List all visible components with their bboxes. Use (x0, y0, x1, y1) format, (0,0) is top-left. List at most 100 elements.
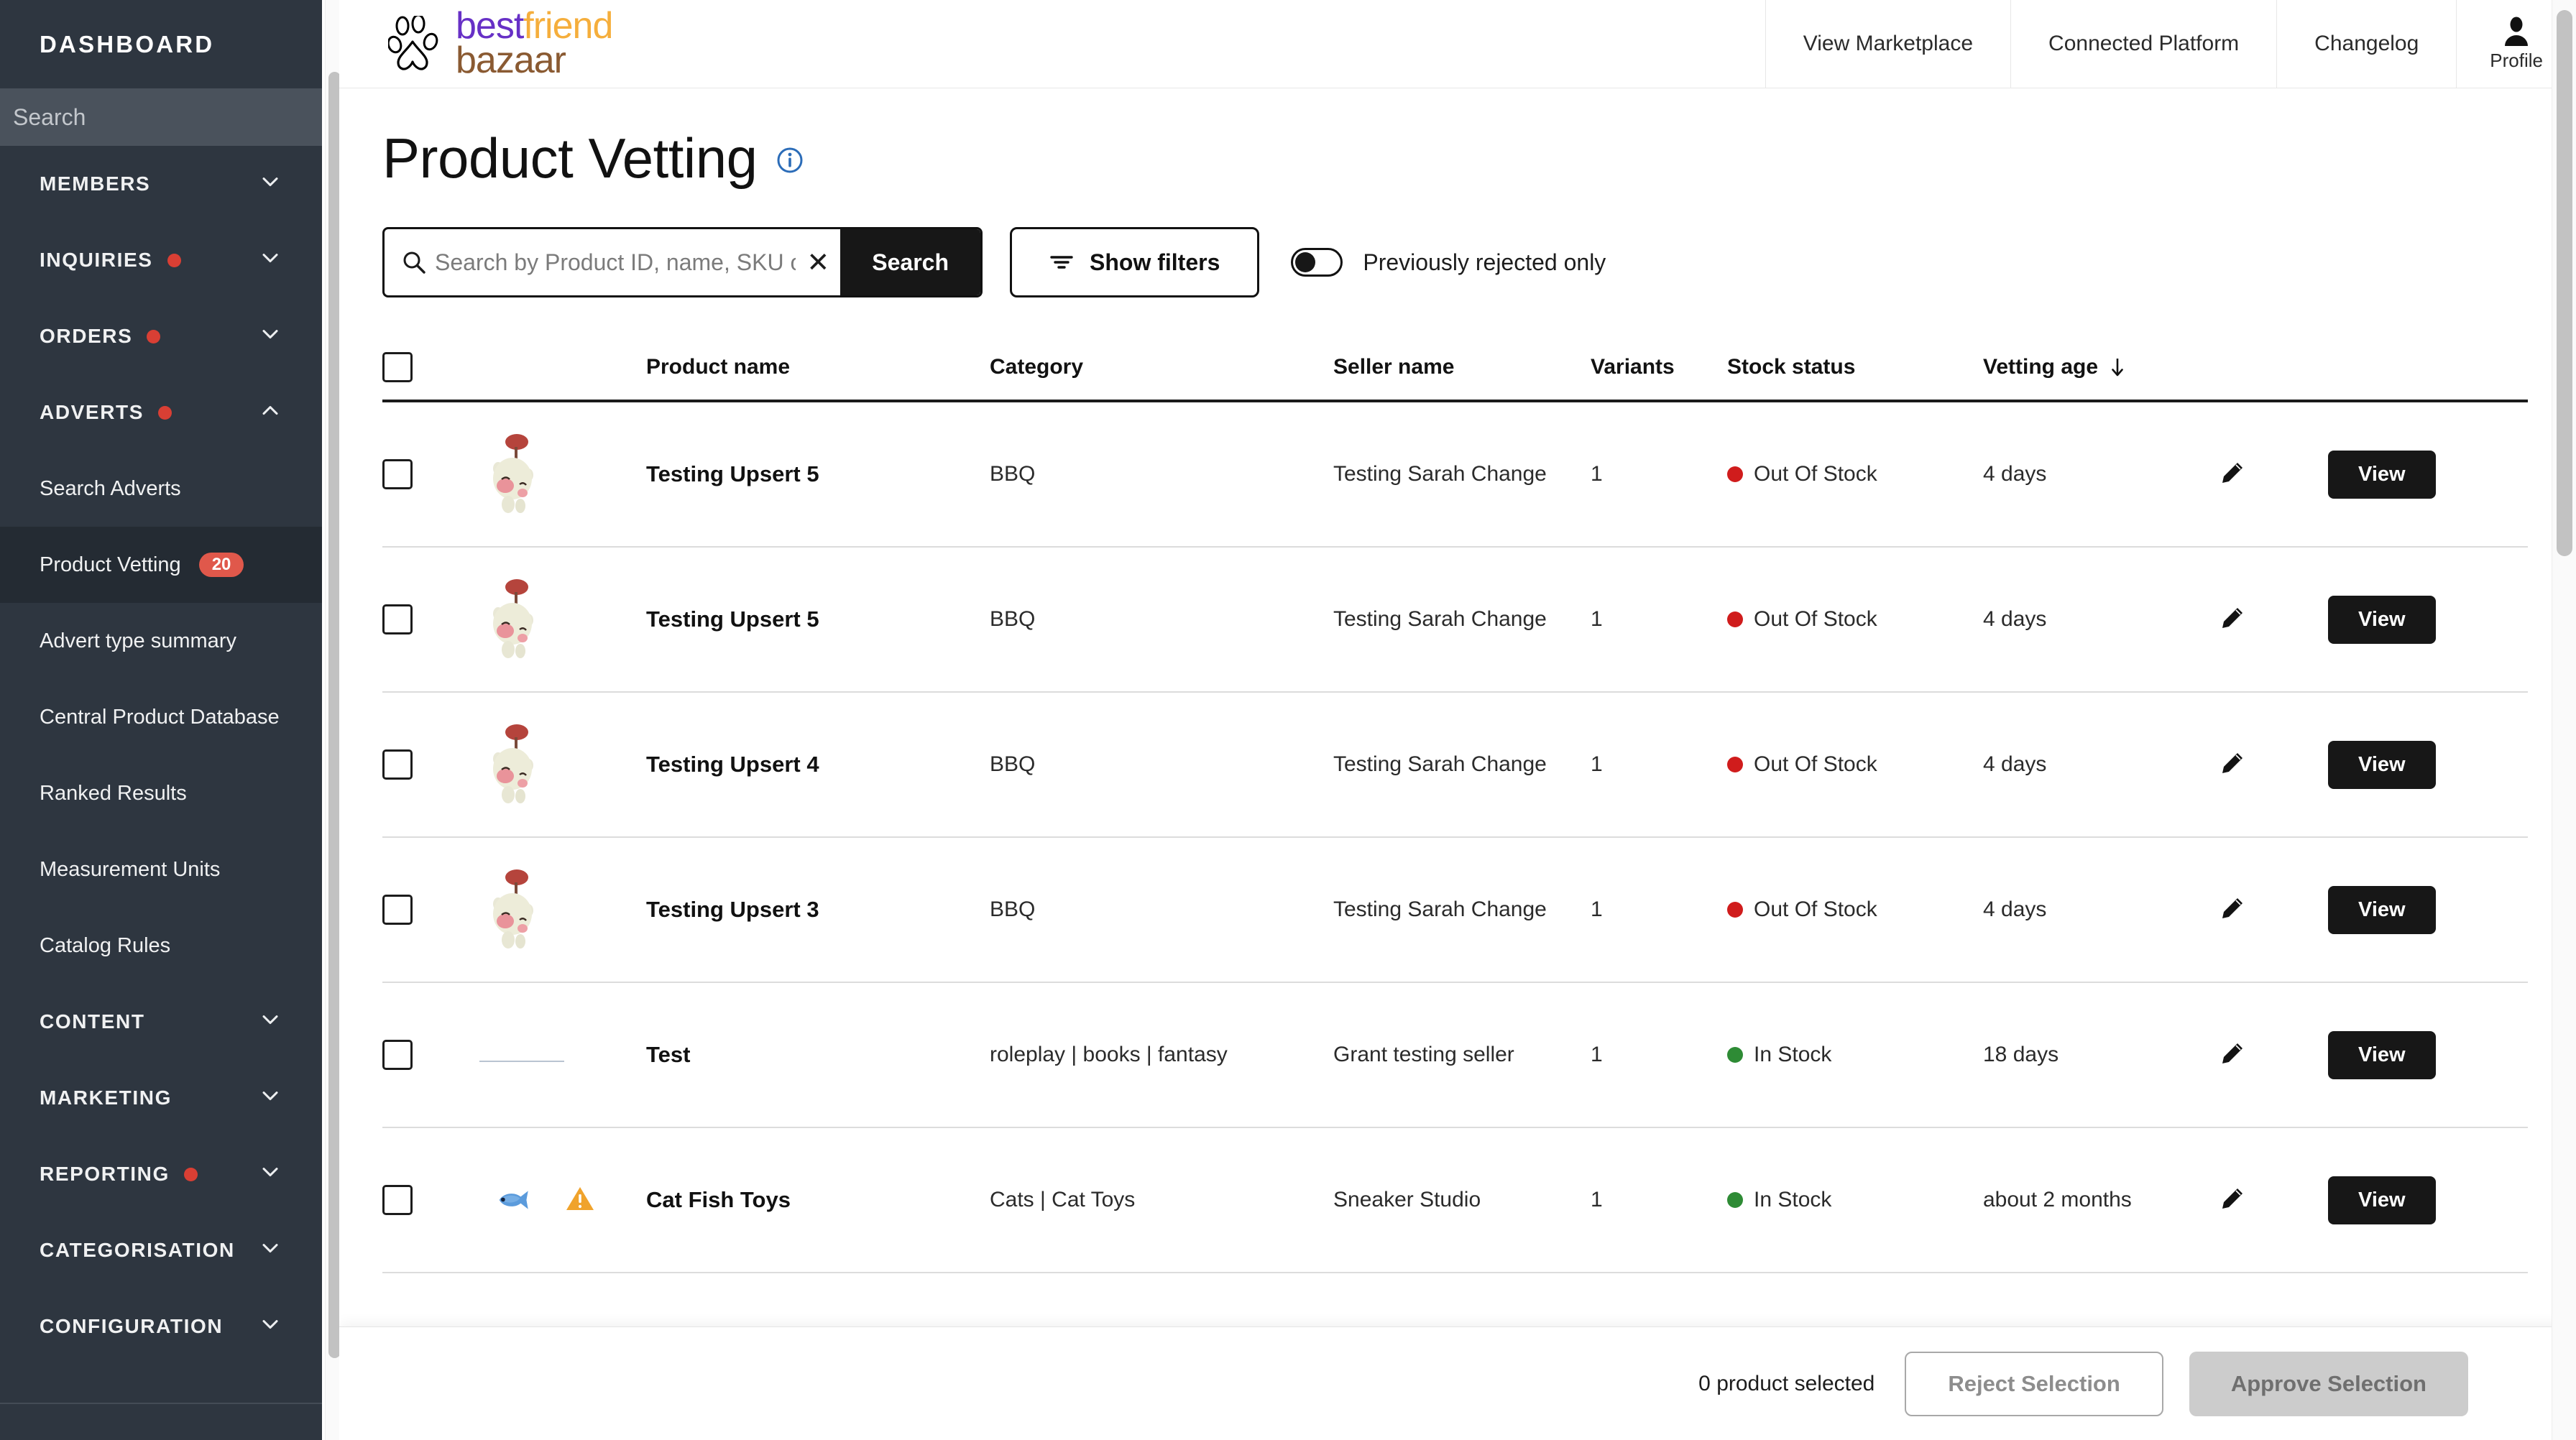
view-button[interactable]: View (2328, 451, 2436, 499)
row-view-cell: View (2328, 741, 2493, 789)
view-button[interactable]: View (2328, 741, 2436, 789)
view-button[interactable]: View (2328, 596, 2436, 644)
search-input[interactable] (435, 229, 796, 295)
table-row[interactable]: Testing Upsert 5BBQTesting Sarah Change1… (382, 402, 2528, 548)
row-product-name-cell: Test (646, 1042, 990, 1068)
table-row[interactable]: Testing Upsert 3BBQTesting Sarah Change1… (382, 838, 2528, 983)
seller-name: Testing Sarah Change (1333, 752, 1547, 776)
sidebar-item-advert-type-summary[interactable]: Advert type summary (0, 603, 322, 679)
table-header-row: Product name Category Seller name Varian… (382, 348, 2528, 402)
chevron-down-icon (262, 326, 279, 343)
sidebar-group-categorisation[interactable]: CATEGORISATION (0, 1212, 322, 1288)
sidebar-item-ranked-results[interactable]: Ranked Results (0, 755, 322, 831)
product-thumbnail-plush-toy (479, 869, 546, 950)
product-thumbnail-plush-toy (479, 579, 546, 660)
th-vetting-age[interactable]: Vetting age (1983, 355, 2220, 379)
sidebar-group-configuration[interactable]: CONFIGURATION (0, 1288, 322, 1365)
edit-pencil-icon[interactable] (2220, 1186, 2245, 1214)
sidebar-group-content[interactable]: CONTENT (0, 984, 322, 1060)
user-icon (2502, 17, 2531, 47)
sidebar-item-measurement-units[interactable]: Measurement Units (0, 831, 322, 908)
row-view-cell: View (2328, 451, 2493, 499)
top-navigation: View Marketplace Connected Platform Chan… (1765, 0, 2576, 88)
sidebar-group-marketing[interactable]: MARKETING (0, 1060, 322, 1136)
edit-pencil-icon[interactable] (2220, 751, 2245, 779)
row-vetting-age-cell: 4 days (1983, 607, 2220, 632)
sidebar-group-label: ORDERS (40, 325, 132, 348)
previously-rejected-toggle[interactable] (1291, 248, 1343, 277)
product-thumbnail-plush-toy (479, 434, 546, 514)
nav-view-marketplace[interactable]: View Marketplace (1765, 0, 2010, 88)
sidebar-search-input[interactable] (13, 104, 322, 131)
table-row[interactable]: Testing Upsert 5BBQTesting Sarah Change1… (382, 548, 2528, 693)
th-variants[interactable]: Variants (1591, 355, 1727, 379)
th-category[interactable]: Category (990, 355, 1333, 379)
edit-pencil-icon[interactable] (2220, 606, 2245, 634)
info-icon[interactable] (776, 147, 804, 177)
filter-icon (1049, 251, 1074, 273)
sidebar-search[interactable] (0, 88, 322, 146)
sidebar-group-members[interactable]: MEMBERS (0, 146, 322, 222)
row-image-cell (479, 434, 646, 514)
row-variants-cell: 1 (1591, 607, 1727, 632)
stock-status: Out Of Stock (1727, 462, 1983, 486)
sidebar-group-inquiries[interactable]: INQUIRIES (0, 222, 322, 298)
table-row[interactable]: Cat Fish ToysCats | Cat ToysSneaker Stud… (382, 1128, 2528, 1273)
row-seller-cell: Sneaker Studio (1333, 1188, 1591, 1212)
row-checkbox[interactable] (382, 459, 413, 489)
row-checkbox[interactable] (382, 604, 413, 634)
th-stock-status[interactable]: Stock status (1727, 355, 1983, 379)
row-checkbox[interactable] (382, 895, 413, 925)
row-edit-cell (2220, 896, 2328, 924)
edit-pencil-icon[interactable] (2220, 461, 2245, 489)
row-seller-cell: Testing Sarah Change (1333, 752, 1591, 777)
stock-status-dot (1727, 1047, 1743, 1063)
clear-search-icon[interactable]: ✕ (796, 229, 840, 295)
vetting-age: 4 days (1983, 897, 2046, 921)
approve-selection-button[interactable]: Approve Selection (2189, 1352, 2468, 1416)
paw-print-icon (388, 16, 451, 72)
edit-pencil-icon[interactable] (2220, 896, 2245, 924)
product-thumbnail-plush-toy (479, 724, 546, 805)
sidebar-group-label: CONTENT (40, 1010, 145, 1033)
view-button[interactable]: View (2328, 886, 2436, 934)
row-checkbox[interactable] (382, 1040, 413, 1070)
th-vetting-age-label: Vetting age (1983, 355, 2098, 379)
table-row[interactable]: Testroleplay | books | fantasyGrant test… (382, 983, 2528, 1128)
stock-status-dot (1727, 757, 1743, 772)
row-variants-cell: 1 (1591, 462, 1727, 486)
edit-pencil-icon[interactable] (2220, 1041, 2245, 1069)
sidebar-group-adverts[interactable]: ADVERTS (0, 374, 322, 451)
sidebar-item-search-adverts[interactable]: Search Adverts (0, 451, 322, 527)
th-product-name[interactable]: Product name (646, 355, 990, 379)
show-filters-button[interactable]: Show filters (1010, 227, 1259, 297)
sidebar-group-orders[interactable]: ORDERS (0, 298, 322, 374)
sidebar-item-central-product-database[interactable]: Central Product Database (0, 679, 322, 755)
main-scrollbar-thumb[interactable] (2557, 10, 2572, 556)
nav-connected-platform[interactable]: Connected Platform (2010, 0, 2276, 88)
logo[interactable]: bestfriend bazaar (339, 0, 612, 88)
view-button[interactable]: View (2328, 1176, 2436, 1224)
vetting-age: 4 days (1983, 462, 2046, 486)
sidebar-item-catalog-rules[interactable]: Catalog Rules (0, 908, 322, 984)
product-search-box[interactable]: ✕ Search (382, 227, 983, 297)
row-variants-cell: 1 (1591, 897, 1727, 922)
sidebar-group-reporting[interactable]: REPORTING (0, 1136, 322, 1212)
chevron-down-icon (262, 1316, 279, 1334)
stock-status: Out Of Stock (1727, 752, 1983, 777)
product-thumbnail-blue-fish (479, 1177, 546, 1223)
select-all-checkbox[interactable] (382, 352, 413, 382)
main-scrollbar[interactable] (2552, 0, 2576, 1440)
reject-selection-button[interactable]: Reject Selection (1905, 1352, 2163, 1416)
nav-changelog[interactable]: Changelog (2276, 0, 2456, 88)
category: BBQ (990, 607, 1035, 631)
search-button[interactable]: Search (840, 229, 980, 295)
row-checkbox[interactable] (382, 1185, 413, 1215)
table-row[interactable]: Testing Upsert 4BBQTesting Sarah Change1… (382, 693, 2528, 838)
row-checkbox[interactable] (382, 749, 413, 780)
seller-name: Testing Sarah Change (1333, 462, 1547, 486)
th-seller-name[interactable]: Seller name (1333, 355, 1591, 379)
view-button[interactable]: View (2328, 1031, 2436, 1079)
sidebar-item-product-vetting[interactable]: Product Vetting20 (0, 527, 322, 603)
row-view-cell: View (2328, 1176, 2493, 1224)
